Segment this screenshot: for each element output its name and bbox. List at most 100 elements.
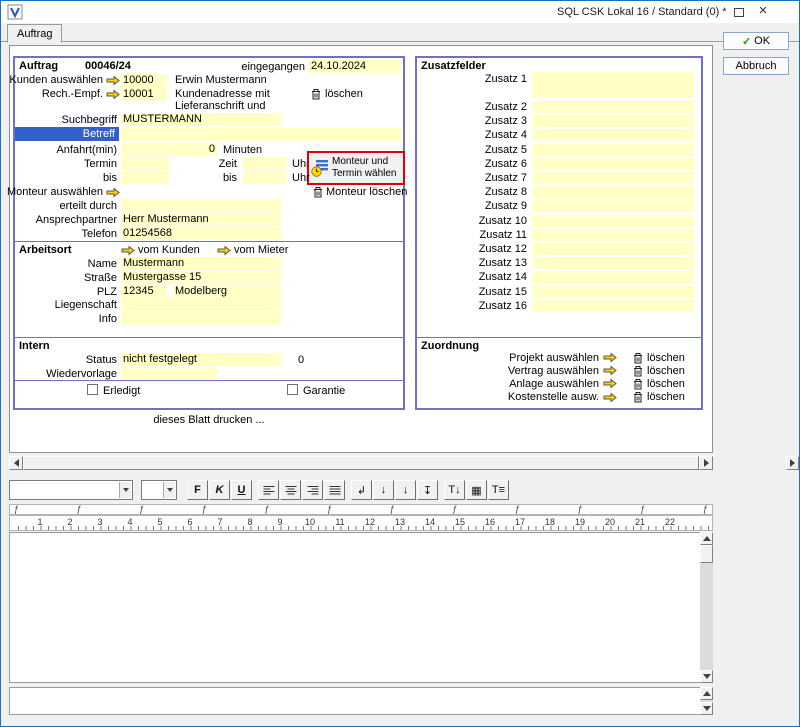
trash-icon[interactable] xyxy=(633,391,643,403)
worksite-name-field[interactable]: Mustermann xyxy=(121,257,281,270)
zusatz-field[interactable] xyxy=(532,229,694,241)
termin-field[interactable] xyxy=(121,157,169,170)
zeit-field[interactable] xyxy=(243,157,287,170)
contact-field[interactable]: Herr Mustermann xyxy=(121,213,281,226)
zusatz-field[interactable] xyxy=(532,158,694,170)
editor-arrow-button[interactable]: ↓ xyxy=(395,480,416,500)
monteur-delete-label[interactable]: Monteur löschen xyxy=(326,186,407,199)
invoice-number-field[interactable]: 10001 xyxy=(121,88,167,101)
zusatz-field[interactable] xyxy=(532,300,694,312)
zusatz-field[interactable] xyxy=(532,286,694,298)
editor-text-tool-button[interactable]: ▦ xyxy=(466,480,487,500)
bold-button[interactable]: F xyxy=(187,480,208,500)
zusatz-field[interactable] xyxy=(532,200,694,212)
editor-vertical-scrollbar[interactable] xyxy=(700,532,713,683)
subject-field[interactable] xyxy=(121,128,403,141)
zusatz-field[interactable] xyxy=(532,144,694,156)
assignment-delete-label[interactable]: löschen xyxy=(647,352,685,364)
zusatz-field[interactable] xyxy=(532,129,694,141)
scrollbar-track[interactable] xyxy=(700,545,713,670)
align-justify-button[interactable] xyxy=(324,480,345,500)
scroll-down-button[interactable] xyxy=(700,670,713,683)
horizontal-scrollbar[interactable] xyxy=(9,456,713,470)
close-button[interactable]: × xyxy=(753,1,773,21)
zusatz-field[interactable] xyxy=(532,243,694,255)
customer-number-field[interactable]: 10000 xyxy=(121,74,167,87)
phone-field[interactable]: 01254568 xyxy=(121,227,281,240)
travel-field[interactable]: 0 xyxy=(121,143,217,156)
trash-icon[interactable] xyxy=(633,352,643,364)
from-customer-label[interactable]: vom Kunden xyxy=(138,244,200,257)
notes-text-area[interactable] xyxy=(9,687,700,715)
worksite-info-field[interactable] xyxy=(121,312,281,325)
scroll-down-button[interactable] xyxy=(700,702,713,715)
font-family-select[interactable] xyxy=(9,480,133,500)
italic-button[interactable]: K xyxy=(209,480,230,500)
assignment-delete-label[interactable]: löschen xyxy=(647,365,685,377)
scroll-up-button[interactable] xyxy=(700,532,713,545)
scroll-right-button[interactable] xyxy=(699,456,713,470)
scroll-right-outer-button[interactable] xyxy=(786,456,799,470)
zusatz-field[interactable] xyxy=(532,271,694,283)
notes-vertical-scrollbar[interactable] xyxy=(700,687,713,715)
bis-field-2[interactable] xyxy=(243,171,287,184)
editor-arrow-button[interactable]: ↲ xyxy=(351,480,372,500)
vertical-scrollbar-thumb[interactable] xyxy=(700,545,713,563)
align-left-button[interactable] xyxy=(258,480,279,500)
bis-field-1[interactable] xyxy=(121,171,169,184)
assignment-delete-label[interactable]: löschen xyxy=(647,391,685,403)
editor-text-tool-button[interactable]: T↓ xyxy=(444,480,465,500)
issued-by-field[interactable] xyxy=(121,199,281,212)
assignment-select-arrow-icon[interactable] xyxy=(603,365,617,376)
dropdown-arrow-icon[interactable] xyxy=(163,482,175,498)
assignment-delete-label[interactable]: löschen xyxy=(647,378,685,390)
titlebar[interactable]: SQL CSK Lokal 16 / Standard (0) * × xyxy=(1,1,799,23)
zusatz-field[interactable] xyxy=(532,215,694,227)
worksite-plz-field[interactable]: 12345 xyxy=(121,285,167,298)
trash-icon[interactable] xyxy=(633,378,643,390)
editor-text-tool-button[interactable]: T≡ xyxy=(488,480,509,500)
status-field[interactable]: nicht festgelegt xyxy=(121,353,281,366)
underline-button[interactable]: U xyxy=(231,480,252,500)
editor-arrow-button[interactable]: ↓ xyxy=(373,480,394,500)
done-checkbox[interactable] xyxy=(87,384,98,395)
maximize-button[interactable] xyxy=(729,4,749,21)
align-center-button[interactable] xyxy=(280,480,301,500)
assignment-select-arrow-icon[interactable] xyxy=(603,352,617,363)
ruler-tabmark-strip[interactable]: ƒƒƒƒƒƒƒƒƒƒƒƒ xyxy=(9,504,713,515)
assignment-select-arrow-icon[interactable] xyxy=(603,378,617,389)
tab-auftrag[interactable]: Auftrag xyxy=(7,24,62,43)
from-tenant-label[interactable]: vom Mieter xyxy=(234,244,288,257)
subject-label-selected[interactable]: Betreff xyxy=(15,127,119,141)
search-field[interactable]: MUSTERMANN xyxy=(121,113,281,126)
trash-icon[interactable] xyxy=(633,365,643,377)
editor-arrow-button[interactable]: ↧ xyxy=(417,480,438,500)
scroll-left-button[interactable] xyxy=(9,456,23,470)
from-customer-arrow-icon[interactable] xyxy=(121,245,135,256)
received-date-field[interactable]: 24.10.2024 xyxy=(309,60,401,73)
invoice-select-arrow-icon[interactable] xyxy=(106,89,120,100)
monteur-select-arrow-icon[interactable] xyxy=(106,187,120,198)
ok-button[interactable]: ✓ OK xyxy=(723,32,789,50)
dropdown-arrow-icon[interactable] xyxy=(119,482,131,498)
zusatz-field[interactable] xyxy=(532,257,694,269)
zusatz-field[interactable] xyxy=(532,172,694,184)
worksite-city-field[interactable]: Modelberg xyxy=(173,285,281,298)
followup-field[interactable] xyxy=(121,367,217,380)
zusatz-field[interactable] xyxy=(532,186,694,198)
worksite-property-field[interactable] xyxy=(121,298,281,311)
trash-icon[interactable] xyxy=(311,88,321,100)
from-tenant-arrow-icon[interactable] xyxy=(217,245,231,256)
monteur-termin-button[interactable]: Monteur und Termin wählen xyxy=(307,151,405,185)
abbruch-button[interactable]: Abbruch xyxy=(723,57,789,75)
align-right-button[interactable] xyxy=(302,480,323,500)
print-sheet-link[interactable]: dieses Blatt drucken ... xyxy=(13,414,405,426)
editor-text-area[interactable] xyxy=(9,532,700,683)
scroll-up-button[interactable] xyxy=(700,687,713,700)
warranty-checkbox[interactable] xyxy=(287,384,298,395)
font-size-select[interactable] xyxy=(141,480,177,500)
zusatz-field[interactable] xyxy=(532,101,694,113)
worksite-street-field[interactable]: Mustergasse 15 xyxy=(121,271,281,284)
zusatz-field[interactable] xyxy=(532,115,694,127)
invoice-delete-label[interactable]: löschen xyxy=(325,88,363,101)
